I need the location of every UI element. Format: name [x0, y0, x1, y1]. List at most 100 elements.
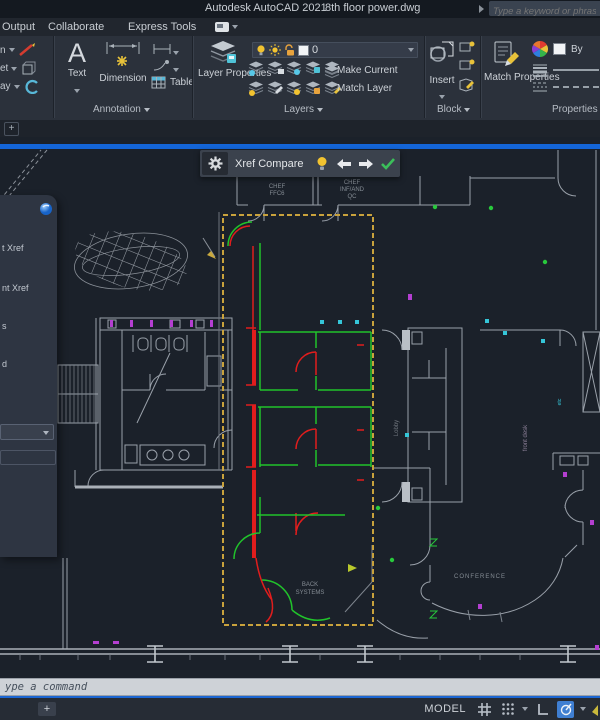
new-layout-button[interactable]: + [38, 702, 56, 716]
xref-settings-button[interactable] [202, 152, 228, 175]
grid-display-button[interactable] [476, 701, 493, 718]
make-current-button[interactable]: Make Current [337, 65, 398, 76]
next-difference-button[interactable] [355, 158, 377, 170]
search-box[interactable] [489, 1, 600, 16]
clipped-button-1[interactable]: n [0, 43, 36, 57]
red-pencil-icon [18, 43, 36, 57]
layer-on-bulb-icon [256, 44, 266, 56]
settings-input[interactable] [0, 450, 56, 465]
current-layer-name: 0 [312, 44, 318, 56]
settings-option[interactable]: nt Xref [2, 283, 29, 293]
lineweight-icon [532, 63, 548, 77]
object-color-row[interactable]: By [532, 41, 583, 57]
cube-icon [20, 61, 38, 76]
settings-dropdown[interactable] [0, 424, 54, 440]
insert-button[interactable]: Insert [427, 40, 457, 104]
layer-color-swatch [298, 45, 309, 56]
color-value: By [571, 44, 583, 55]
linetype-row[interactable] [532, 81, 599, 93]
layer-combo[interactable]: 0 [252, 42, 418, 58]
drawing-canvas[interactable]: CHEF FFC6 CHEF INF/AND QC BACK SYSTEMS C… [0, 137, 600, 676]
title-bar: Autodesk AutoCAD 2021 8th floor power.dw… [0, 0, 600, 18]
snap-dropdown-icon[interactable] [522, 707, 528, 711]
linetype-icon [532, 81, 548, 93]
room-label: INF/AND [340, 187, 365, 193]
chevron-down-icon [232, 25, 238, 29]
text-tool-icon: A [60, 38, 94, 68]
settings-option[interactable]: s [2, 321, 7, 331]
linear-dim-button[interactable] [151, 42, 179, 60]
polar-dropdown-icon[interactable] [580, 707, 586, 711]
gear-icon [208, 156, 223, 171]
snap-mode-button[interactable] [499, 701, 516, 718]
autocad-window: Autodesk AutoCAD 2021 8th floor power.dw… [0, 0, 600, 720]
polar-tracking-button[interactable] [557, 701, 574, 718]
annotation-panel-label[interactable]: Annotation [93, 104, 150, 115]
document-title: 8th floor power.dwg [325, 2, 420, 14]
xref-settings-panel: t Xref nt Xref s d [0, 195, 57, 557]
ribbon: n et ay [0, 36, 600, 122]
insert-icon [428, 40, 456, 70]
status-bar-tools: MODEL [424, 698, 600, 720]
file-tab-bar: + [0, 120, 600, 137]
tab-express-tools[interactable]: Express Tools [128, 21, 196, 33]
clip-icon [23, 79, 41, 94]
room-label: CHEF [269, 184, 286, 190]
tab-output[interactable]: Output [2, 21, 35, 33]
snap-icon [501, 702, 515, 716]
command-prompt: ype a command [5, 681, 87, 693]
block-panel: Insert Block [424, 36, 480, 118]
ortho-mode-button[interactable] [534, 701, 551, 718]
lineweight-row[interactable] [532, 63, 599, 77]
finish-compare-button[interactable] [377, 157, 399, 170]
leader-button[interactable] [151, 59, 179, 77]
model-space-button[interactable]: MODEL [424, 703, 466, 715]
layers-panel-label[interactable]: Layers [284, 104, 323, 115]
etc-label: etc [557, 398, 563, 405]
room-label: QC [348, 194, 358, 200]
status-bar: + MODEL [0, 698, 600, 720]
settings-option[interactable]: d [2, 359, 7, 369]
block-tools-column[interactable] [458, 41, 478, 95]
lobby-label: Lobby [394, 420, 400, 436]
compare-info-icon[interactable] [39, 202, 53, 216]
viewport-divider [0, 144, 600, 149]
properties-panel-label[interactable]: Properties [552, 104, 600, 115]
ribbon-tab-bar: Output Collaborate Express Tools [0, 18, 600, 36]
conference-label: CONFERENCE [454, 574, 506, 580]
room-label: BACK [302, 582, 318, 588]
text-button[interactable]: A Text [60, 38, 94, 98]
dimension-button[interactable]: Dimension [97, 40, 149, 84]
match-properties-icon [491, 40, 521, 68]
match-properties-button[interactable]: Match Properties [484, 40, 528, 83]
leader-icon [151, 59, 173, 72]
layer-combo-chevron-icon [408, 48, 414, 52]
ortho-icon [536, 702, 550, 716]
front-desk-label: front desk [523, 424, 529, 451]
table-icon [151, 76, 166, 89]
polar-tracking-icon [559, 702, 573, 716]
previous-difference-button[interactable] [333, 158, 355, 170]
new-tab-button[interactable]: + [4, 122, 19, 136]
isodraft-icon-clipped[interactable] [592, 702, 598, 716]
table-button[interactable]: Table [151, 76, 194, 89]
match-layer-button[interactable]: Match Layer [337, 83, 392, 94]
arrow-left-icon [336, 158, 352, 170]
xref-highlight-button[interactable] [311, 156, 333, 171]
clipped-button-2[interactable]: et [0, 61, 38, 76]
layer-properties-button[interactable]: Layer Properties [198, 40, 248, 79]
xref-compare-toolbar: Xref Compare [200, 150, 400, 177]
room-label: SYSTEMS [296, 590, 325, 596]
command-line[interactable]: ype a command [0, 678, 600, 696]
workspace-dropdown-button[interactable] [215, 21, 239, 33]
block-panel-label[interactable]: Block [437, 104, 470, 115]
search-input[interactable] [489, 4, 600, 19]
search-expand-icon[interactable] [479, 5, 484, 13]
clipped-button-3[interactable]: ay [0, 79, 41, 94]
settings-option[interactable]: t Xref [2, 243, 24, 253]
layers-panel: Layer Properties 0 [192, 36, 424, 118]
room-label: CHEF [344, 180, 361, 186]
layer-unlock-icon [284, 44, 295, 56]
xref-compare-title: Xref Compare [235, 158, 303, 170]
tab-collaborate[interactable]: Collaborate [48, 21, 104, 33]
